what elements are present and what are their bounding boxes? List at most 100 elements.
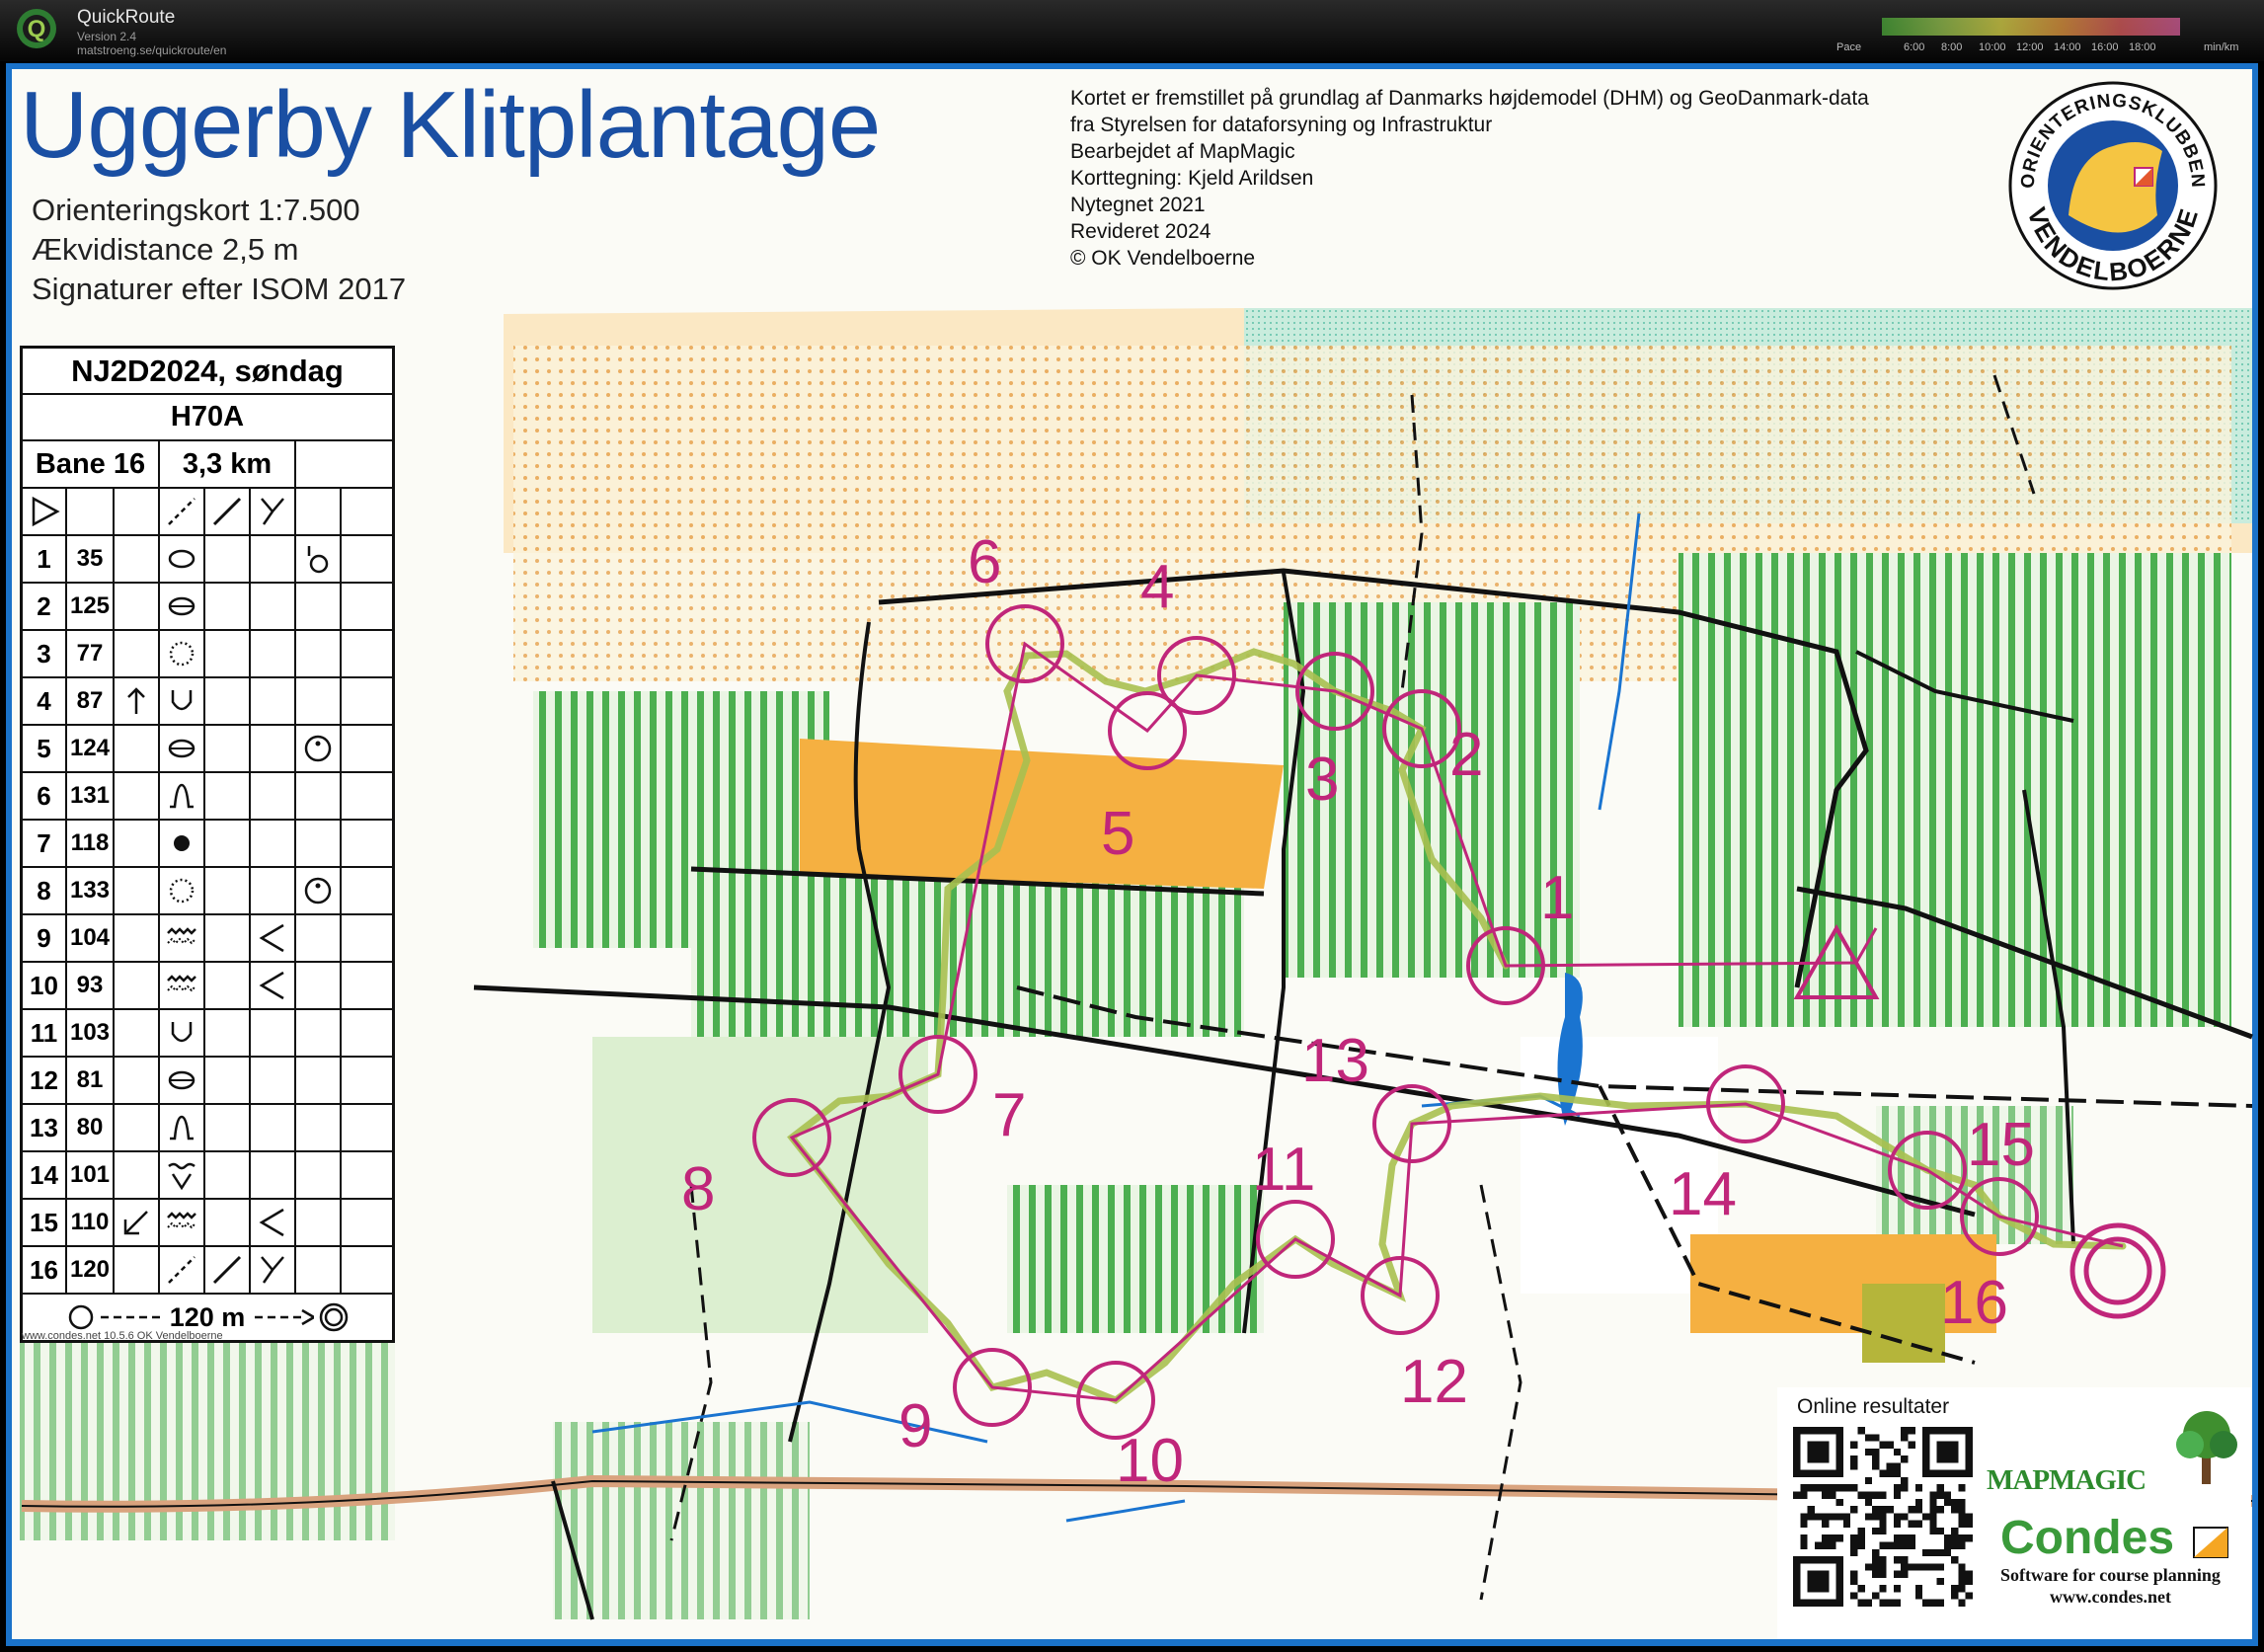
pace-gradient-bar (1882, 18, 2180, 36)
card-cell (296, 489, 342, 534)
card-cell (205, 1010, 251, 1056)
online-results-title: Online resultater (1797, 1395, 1950, 1418)
card-cell (251, 489, 296, 534)
card-cell (251, 1152, 296, 1198)
map-title: Uggerby Klitplantage (20, 72, 881, 178)
control-code: 80 (67, 1105, 115, 1150)
card-cell (160, 1152, 205, 1198)
control-row: 8 133 (23, 868, 392, 915)
class-name: H70A (23, 395, 392, 441)
card-cell (342, 536, 392, 582)
control-number: 4 (23, 678, 67, 724)
card-cell (160, 726, 205, 771)
card-cell (342, 868, 392, 913)
path-fork-icon (261, 1256, 284, 1284)
card-cell (251, 773, 296, 819)
pace-tick: 12:00 (2016, 41, 2044, 53)
card-cell (342, 773, 392, 819)
spur-icon (170, 1115, 194, 1141)
pace-tick: 8:00 (1941, 41, 1963, 53)
corner-inside-icon (259, 1208, 284, 1237)
control-row: 16 120 (23, 1247, 392, 1295)
card-cell (251, 915, 296, 961)
card-cell (115, 584, 160, 629)
map-scale: Orienteringskort 1:7.500 (32, 193, 360, 227)
control-row: 3 77 (23, 631, 392, 678)
card-cell (342, 963, 392, 1008)
control-number: 8 (23, 868, 67, 913)
card-cell (115, 963, 160, 1008)
control-code: 35 (67, 536, 115, 582)
card-cell (251, 821, 296, 866)
svg-text:Q: Q (28, 16, 46, 42)
control-code: 110 (67, 1200, 115, 1245)
card-cell (342, 821, 392, 866)
earth-bank-icon (168, 1070, 195, 1090)
control-code: 131 (67, 773, 115, 819)
app-titlebar: Q QuickRoute Version 2.4 matstroeng.se/q… (0, 0, 2264, 61)
club-logo: ORIENTERINGSKLUBBEN VENDELBOERNE (2008, 81, 2218, 290)
course-header-blank (296, 441, 392, 487)
path-diagonal-icon (212, 1255, 242, 1285)
control-number: 5 (23, 726, 67, 771)
card-cell (115, 1058, 160, 1103)
control-code: 133 (67, 868, 115, 913)
pace-tick: 10:00 (1979, 41, 2006, 53)
vegetation-boundary-icon (167, 975, 196, 992)
card-cell (115, 1152, 160, 1198)
credit-line: © OK Vendelboerne (1070, 247, 1256, 270)
card-cell (251, 631, 296, 676)
credit-line: fra Styrelsen for dataforsyning og Infra… (1070, 114, 1493, 136)
card-cell (205, 584, 251, 629)
control-code: 103 (67, 1010, 115, 1056)
dashed-arrow-icon (255, 1308, 315, 1326)
card-cell (115, 536, 160, 582)
online-results-box: Online resultater MAPMAGIC Condes Softwa… (1777, 1387, 2251, 1639)
card-cell (342, 1010, 392, 1056)
condes-url[interactable]: www.condes.net (2050, 1587, 2171, 1608)
card-cell (251, 1058, 296, 1103)
qr-code-icon[interactable] (1793, 1427, 1973, 1607)
card-cell (296, 821, 342, 866)
earth-bank-icon (168, 739, 195, 758)
card-cell (342, 726, 392, 771)
control-code: 93 (67, 963, 115, 1008)
vegetation-boundary-icon (167, 927, 196, 945)
dotted-circle-icon (169, 878, 195, 904)
finish-circle-icon (68, 1304, 93, 1330)
condes-note: www.condes.net 10.5.6 OK Vendelboerne (22, 1330, 223, 1342)
control-number: 3 (23, 631, 67, 676)
control-code: 101 (67, 1152, 115, 1198)
card-cell (205, 1152, 251, 1198)
card-cell (342, 1105, 392, 1150)
spur-icon (170, 783, 194, 809)
control-row: 6 131 (23, 773, 392, 821)
card-cell (160, 1200, 205, 1245)
control-code: 118 (67, 821, 115, 866)
card-cell (160, 915, 205, 961)
card-cell (205, 773, 251, 819)
card-cell (342, 1247, 392, 1293)
card-cell (115, 726, 160, 771)
app-name: QuickRoute (77, 7, 176, 28)
card-cell (160, 1058, 205, 1103)
control-code: 124 (67, 726, 115, 771)
control-number: 9 (23, 915, 67, 961)
control-code: 81 (67, 1058, 115, 1103)
card-cell (205, 963, 251, 1008)
re-entrant-icon (171, 690, 193, 711)
card-cell (115, 489, 160, 534)
card-cell (342, 584, 392, 629)
app-url[interactable]: matstroeng.se/quickroute/en (77, 43, 226, 57)
card-cell (115, 1010, 160, 1056)
card-cell (296, 773, 342, 819)
control-row: 7 118 (23, 821, 392, 868)
control-number: 6 (23, 773, 67, 819)
card-cell (205, 915, 251, 961)
card-cell (160, 631, 205, 676)
card-cell (205, 726, 251, 771)
card-cell (205, 678, 251, 724)
pace-tick: 14:00 (2054, 41, 2081, 53)
card-cell (296, 631, 342, 676)
control-row: 12 81 (23, 1058, 392, 1105)
